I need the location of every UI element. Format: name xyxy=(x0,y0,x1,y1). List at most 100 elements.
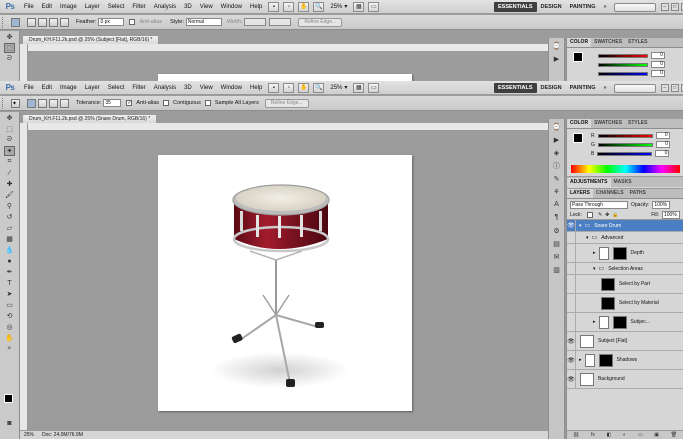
clone-source-icon[interactable]: ⚘ xyxy=(551,186,562,197)
layer-row[interactable]: Select by Part xyxy=(567,274,683,294)
quick-mask-icon[interactable]: ◙ xyxy=(4,418,15,428)
menu-image-front[interactable]: Image xyxy=(56,81,81,95)
lock-transparency-icon[interactable] xyxy=(586,211,593,218)
menu-window-front[interactable]: Window xyxy=(217,81,246,95)
zoom-level-front[interactable]: 25% ▾ xyxy=(330,84,347,92)
menu-edit-front[interactable]: Edit xyxy=(38,81,56,95)
layer-row[interactable]: ▸ Depth xyxy=(567,243,683,263)
lock-move-icon[interactable]: ✥ xyxy=(605,212,609,218)
history-icon[interactable]: ⌚ xyxy=(551,121,562,132)
workspace-essentials-front[interactable]: ESSENTIALS xyxy=(494,83,537,93)
brush-tool-icon[interactable]: 🖌 xyxy=(4,190,15,200)
workspace-more-front[interactable]: » xyxy=(600,83,611,93)
contiguous-checkbox[interactable] xyxy=(163,100,170,106)
status-zoom[interactable]: 25% xyxy=(24,432,34,438)
intersect-selection-icon-front[interactable] xyxy=(60,98,69,108)
blue-slider-back[interactable] xyxy=(598,71,648,76)
rect-marquee-tool-icon[interactable]: ⬚ xyxy=(4,124,15,134)
visibility-eye-icon[interactable] xyxy=(567,243,576,263)
maximize-icon[interactable]: □ xyxy=(670,3,679,11)
layer-thumbnail[interactable] xyxy=(580,372,594,386)
tolerance-input[interactable]: 35 xyxy=(103,99,122,107)
blue-slider[interactable] xyxy=(597,151,653,156)
tab-adjustments[interactable]: ADJUSTMENTS xyxy=(567,178,611,187)
blue-value[interactable]: 0 xyxy=(655,150,670,157)
blend-mode-select[interactable]: Pass Through xyxy=(570,200,628,209)
minimize-icon[interactable]: – xyxy=(660,3,669,11)
history-icon[interactable]: ⌚ xyxy=(551,40,562,51)
expand-arrow-icon[interactable]: ▾ xyxy=(586,235,589,241)
layer-row[interactable]: ▸ Subjec... xyxy=(567,312,683,332)
notes-panel-icon[interactable]: ✉ xyxy=(551,251,562,262)
layer-row[interactable]: 👁 Background xyxy=(567,369,683,389)
minibridge-button-front[interactable]: ▫ xyxy=(283,82,295,93)
tab-swatches-back[interactable]: SWATCHES xyxy=(591,38,625,47)
workspace-design-front[interactable]: DESIGN xyxy=(537,83,566,93)
red-slider[interactable] xyxy=(597,133,653,138)
type-tool-icon[interactable]: T xyxy=(4,278,15,288)
menu-help-front[interactable]: Help xyxy=(246,81,266,95)
new-group-icon[interactable]: ▭ xyxy=(638,432,643,438)
cs-live-search-front[interactable] xyxy=(613,83,656,93)
actions-icon[interactable]: ▶ xyxy=(551,53,562,64)
minibridge-button[interactable]: ▫ xyxy=(283,1,295,12)
tab-masks[interactable]: MASKS xyxy=(611,178,635,187)
history-brush-icon[interactable]: ↺ xyxy=(4,212,15,222)
menu-select-front[interactable]: Select xyxy=(104,81,129,95)
tab-styles-back[interactable]: STYLES xyxy=(625,38,650,47)
pen-tool-icon[interactable]: ✒ xyxy=(4,267,15,277)
menu-analysis-front[interactable]: Analysis xyxy=(150,81,180,95)
mask-thumbnail[interactable] xyxy=(601,296,615,310)
layer-thumbnail[interactable] xyxy=(584,353,595,367)
refine-edge-button-front[interactable]: Refine Edge... xyxy=(264,98,309,108)
clone-stamp-icon[interactable]: ⚲ xyxy=(4,201,15,211)
layer-row[interactable]: ▾ ▭ Selection Areas xyxy=(567,262,683,275)
histogram-panel-icon[interactable]: ▥ xyxy=(551,264,562,275)
magic-wand-icon[interactable]: ✦ xyxy=(4,146,15,156)
red-value[interactable]: 0 xyxy=(655,132,670,139)
zoom-tool-button-front[interactable]: 🔍 xyxy=(313,82,325,93)
mask-thumbnail[interactable] xyxy=(598,353,613,367)
layer-thumbnail[interactable] xyxy=(580,334,594,348)
screen-mode-button-front[interactable]: ▭ xyxy=(368,82,380,93)
character-panel-icon[interactable]: A xyxy=(551,199,562,210)
visibility-eye-icon[interactable] xyxy=(567,274,576,294)
feather-input[interactable]: 0 px xyxy=(98,18,125,26)
green-slider[interactable] xyxy=(597,142,653,147)
antialias-checkbox-front[interactable]: ✓ xyxy=(126,100,133,106)
canvas-front[interactable] xyxy=(158,155,412,411)
lock-all-icon[interactable]: 🔒 xyxy=(612,212,618,218)
tab-color-back[interactable]: COLOR xyxy=(567,38,592,47)
brush-panel-icon[interactable]: ✎ xyxy=(551,173,562,184)
menu-edit[interactable]: Edit xyxy=(38,0,56,14)
tab-swatches-front[interactable]: SWATCHES xyxy=(591,119,625,128)
sample-all-layers-checkbox[interactable] xyxy=(204,100,211,106)
actions-icon[interactable]: ▶ xyxy=(551,134,562,145)
mask-thumbnail[interactable] xyxy=(601,277,615,291)
bridge-button-front[interactable]: ▪ xyxy=(268,82,280,93)
green-value[interactable]: 0 xyxy=(655,141,670,148)
tab-layers[interactable]: LAYERS xyxy=(567,189,593,198)
doc-tab-front[interactable]: Drum_KH.F11.2k.psd @ 25% (Snare Drum, RG… xyxy=(22,114,158,123)
visibility-eye-icon[interactable] xyxy=(567,293,576,313)
shape-tool-icon[interactable]: ▭ xyxy=(4,300,15,310)
maximize-icon[interactable]: □ xyxy=(670,84,679,92)
layer-thumbnail[interactable] xyxy=(598,246,609,260)
new-selection-icon-front[interactable] xyxy=(27,98,36,108)
style-select[interactable]: Normal xyxy=(185,18,222,26)
zoom-tool-button[interactable]: 🔍 xyxy=(313,1,325,12)
lasso-tool-icon[interactable]: ᘐ xyxy=(4,135,15,145)
zoom-level[interactable]: 25% ▾ xyxy=(330,3,347,11)
height-input[interactable] xyxy=(269,18,292,26)
foreground-swatch-back[interactable] xyxy=(573,52,583,62)
visibility-eye-icon[interactable] xyxy=(567,312,576,332)
add-selection-icon[interactable] xyxy=(38,17,47,27)
expand-arrow-icon[interactable]: ▸ xyxy=(593,250,596,256)
menu-view[interactable]: View xyxy=(196,0,217,14)
opacity-input[interactable]: 100% xyxy=(652,200,671,209)
green-value-back[interactable]: 0 xyxy=(651,61,665,68)
rect-marquee-tool-icon[interactable]: ⬚ xyxy=(4,43,15,53)
visibility-eye-icon[interactable]: 👁 xyxy=(567,369,576,389)
lock-paint-icon[interactable]: ✎ xyxy=(598,212,602,218)
workspace-design[interactable]: DESIGN xyxy=(537,2,566,12)
